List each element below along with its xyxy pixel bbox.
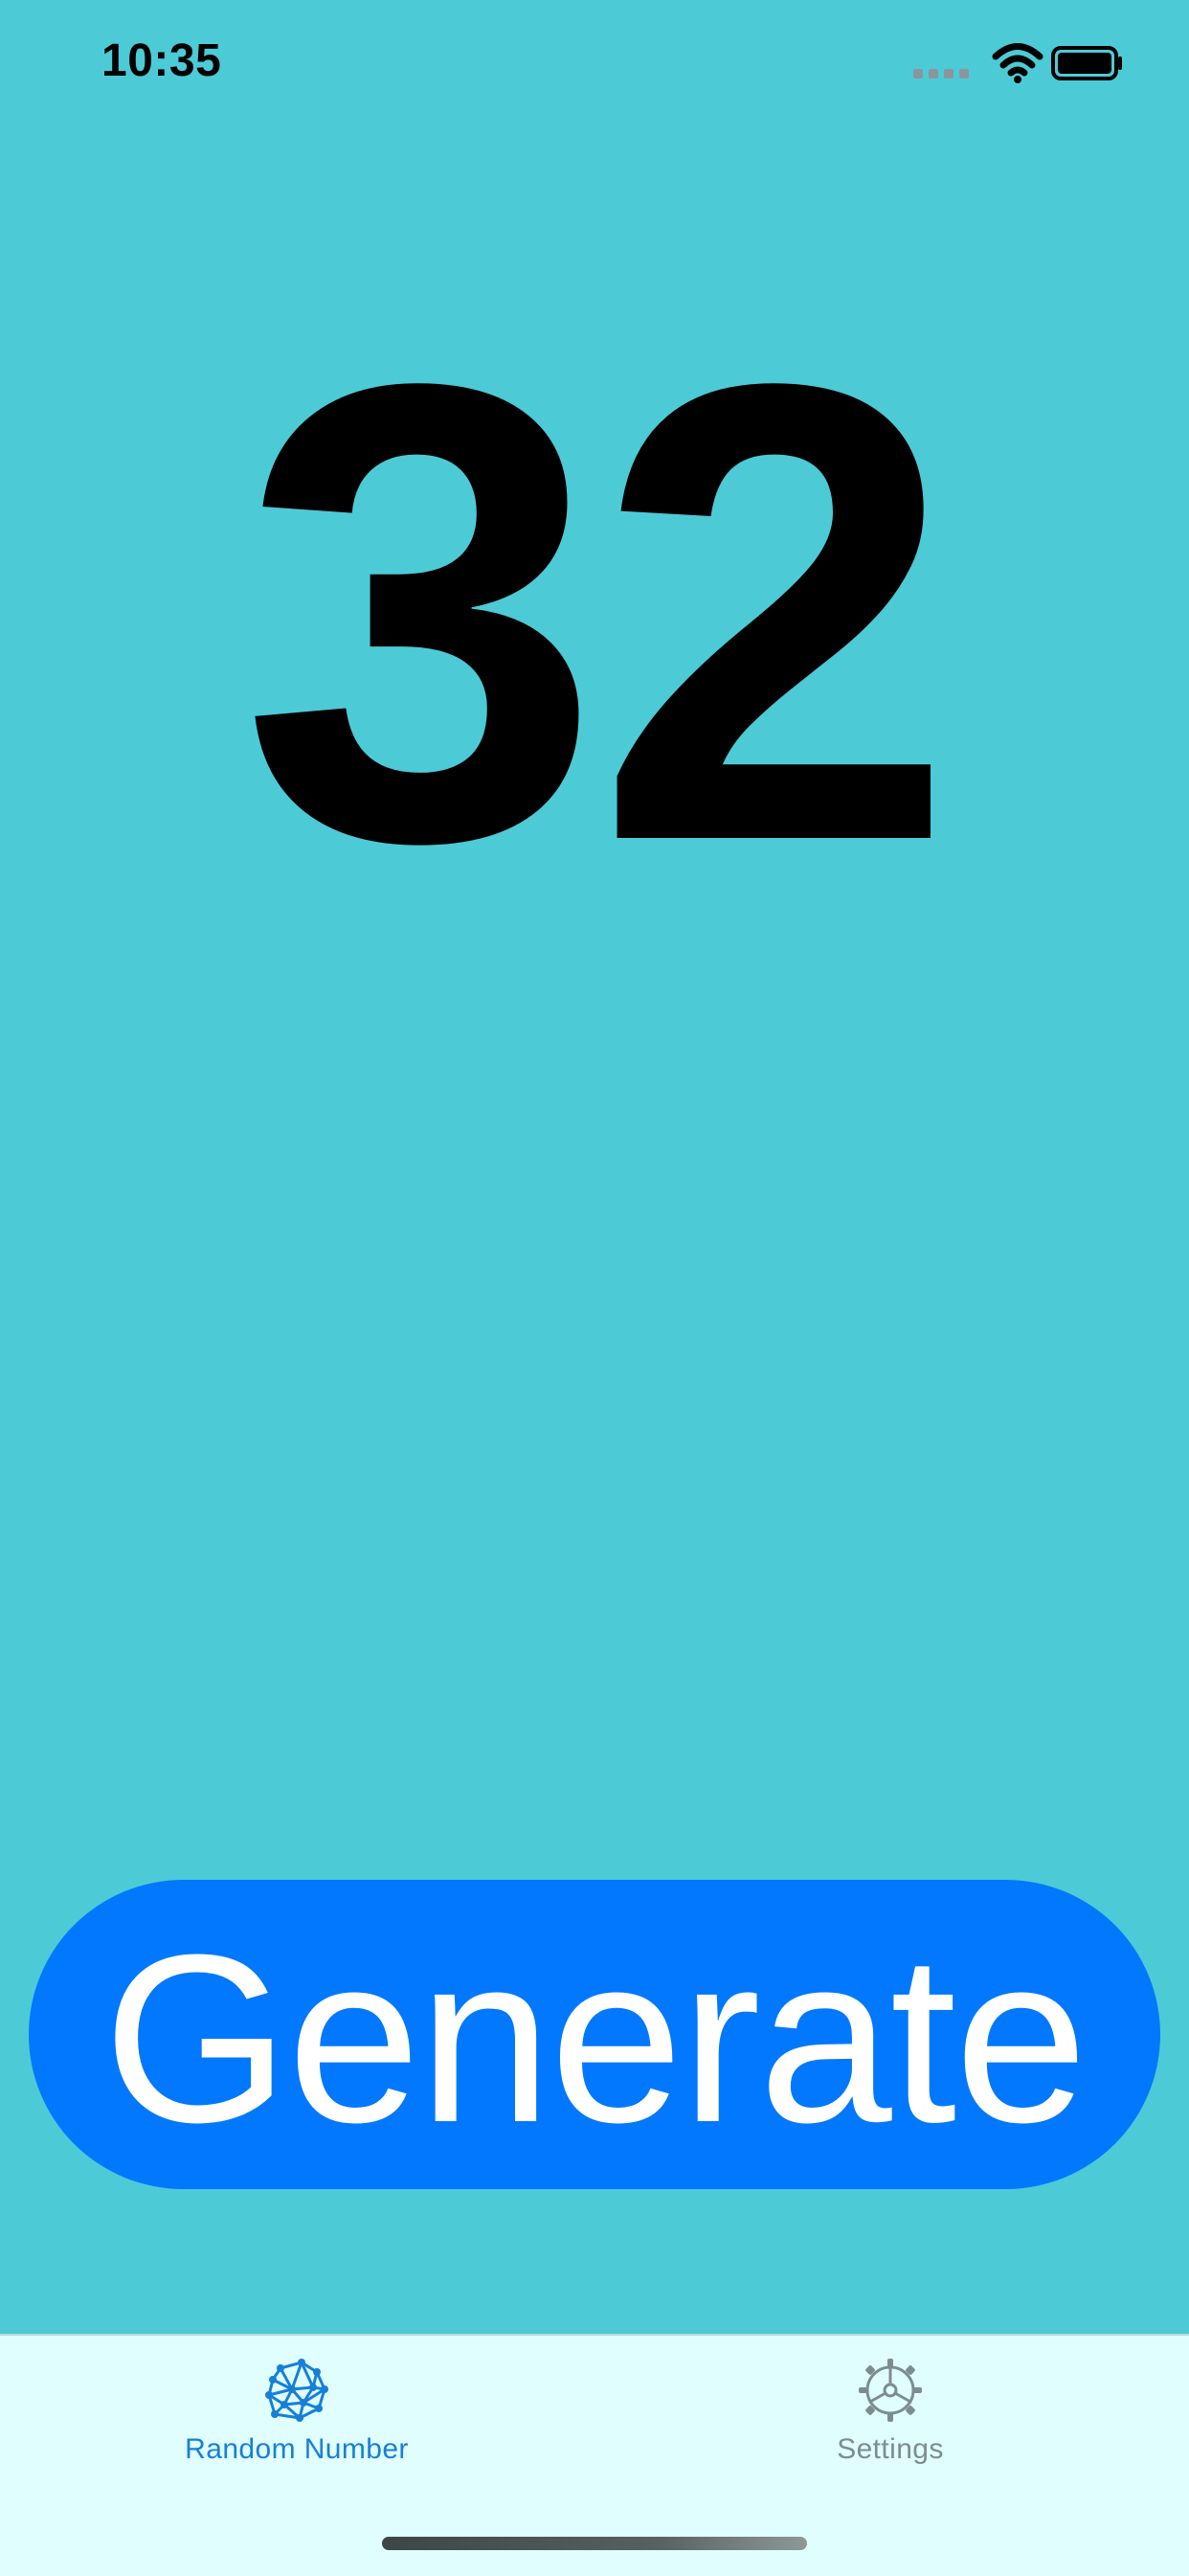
random-number-display: 32 [239, 249, 956, 977]
tab-settings[interactable]: Settings [689, 2355, 1091, 2498]
tab-random-number[interactable]: Random Number [96, 2355, 498, 2498]
home-indicator [382, 2537, 807, 2550]
network-icon [265, 2359, 328, 2422]
cellular-signal-icon [913, 69, 973, 82]
generate-button[interactable]: Generate [29, 1880, 1160, 2189]
tab-settings-label: Settings [837, 2433, 944, 2465]
generate-button-label: Generate [102, 1904, 1088, 2172]
wifi-icon [992, 43, 1043, 83]
gear-icon [859, 2359, 922, 2422]
battery-icon [1051, 46, 1122, 80]
status-icons [913, 42, 1124, 88]
status-bar: 10:35 [0, 0, 1189, 134]
status-time: 10:35 [101, 35, 222, 86]
tab-bar: Random Number Settings [0, 2334, 1189, 2576]
tab-random-number-label: Random Number [185, 2433, 409, 2465]
